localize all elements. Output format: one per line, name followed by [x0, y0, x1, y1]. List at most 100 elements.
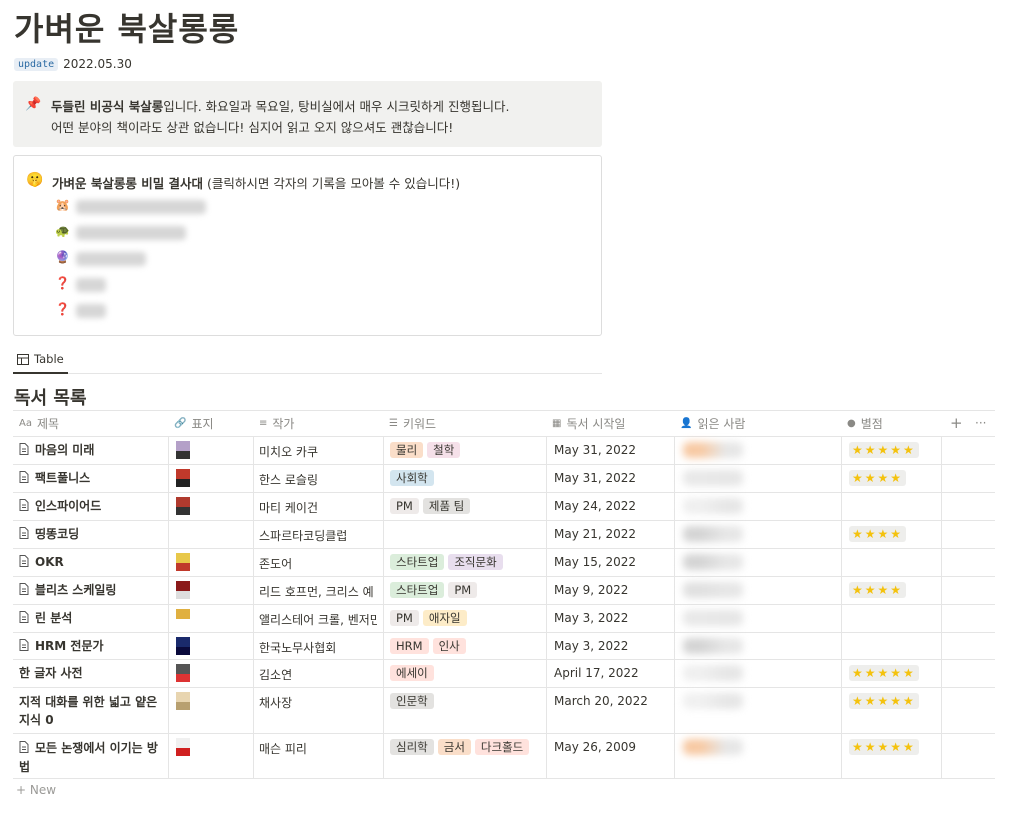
- column-header-label: 읽은 사람: [697, 416, 746, 431]
- reader-avatar-redacted[interactable]: [683, 665, 743, 681]
- more-options-icon[interactable]: ···: [975, 410, 986, 436]
- reader-avatar-redacted[interactable]: [683, 554, 743, 570]
- shushing-face-icon: 🤫: [26, 172, 44, 188]
- column-header-0[interactable]: Aa 제목: [19, 410, 59, 436]
- cover-thumbnail[interactable]: [176, 553, 190, 571]
- cover-thumbnail[interactable]: [176, 738, 190, 756]
- column-header-3[interactable]: ☰ 키워드: [389, 410, 436, 436]
- reader-avatar-redacted[interactable]: [683, 739, 743, 755]
- keyword-tag: 스타트업: [390, 554, 445, 570]
- row-divider: [13, 576, 995, 577]
- cover-thumbnail[interactable]: [176, 581, 190, 599]
- author-cell[interactable]: 리드 호프먼, 크리스 예: [259, 583, 377, 600]
- add-column-icon[interactable]: +: [950, 410, 963, 436]
- table-row-title[interactable]: 마음의 미래: [19, 442, 162, 459]
- star-rating[interactable]: ★★★★: [849, 582, 907, 598]
- column-header-4[interactable]: ▦ 독서 시작일: [552, 410, 625, 436]
- table-row-title[interactable]: 모든 논쟁에서 이기는 방법: [19, 739, 162, 776]
- column-header-6[interactable]: ● 별점: [847, 410, 883, 436]
- member-name-redacted[interactable]: [76, 200, 206, 214]
- reader-avatar-redacted[interactable]: [683, 470, 743, 486]
- members-heading[interactable]: 가벼운 북살롱롱 비밀 결사대 (클릭하시면 각자의 기록을 모아볼 수 있습니…: [52, 173, 460, 192]
- author-cell[interactable]: 김소연: [259, 666, 377, 683]
- table-row-title[interactable]: HRM 전문가: [19, 638, 162, 655]
- pushpin-icon: 📌: [25, 97, 42, 112]
- keywords-cell[interactable]: 스타트업 PM: [390, 582, 481, 598]
- star-rating[interactable]: ★★★★★: [849, 442, 919, 458]
- table-row-title[interactable]: OKR: [19, 554, 162, 571]
- start-date-cell[interactable]: May 31, 2022: [554, 443, 636, 457]
- keywords-cell[interactable]: HRM 인사: [390, 638, 470, 654]
- reader-avatar-redacted[interactable]: [683, 526, 743, 542]
- reader-avatar-redacted[interactable]: [683, 638, 743, 654]
- author-cell[interactable]: 한스 로슬링: [259, 471, 377, 488]
- keywords-cell[interactable]: 물리 철학: [390, 442, 464, 458]
- author-cell[interactable]: 한국노무사협회: [259, 639, 377, 656]
- member-name-redacted[interactable]: [76, 278, 106, 292]
- author-cell[interactable]: 매슨 피리: [259, 740, 377, 757]
- table-row-title-text: 모든 논쟁에서 이기는 방법: [19, 741, 158, 774]
- keywords-cell[interactable]: 에세이: [390, 665, 438, 681]
- cover-thumbnail[interactable]: [176, 692, 190, 710]
- table-row-title[interactable]: 띵똥코딩: [19, 526, 162, 543]
- author-cell[interactable]: 앨리스테어 크롤, 벤저민 요: [259, 611, 377, 628]
- reader-avatar-redacted[interactable]: [683, 442, 743, 458]
- cover-thumbnail[interactable]: [176, 441, 190, 459]
- cover-thumbnail[interactable]: [176, 469, 190, 487]
- author-cell[interactable]: 마티 케이건: [259, 499, 377, 516]
- table-row-title[interactable]: 블리츠 스케일링: [19, 582, 162, 599]
- keywords-cell[interactable]: 인문학: [390, 693, 438, 709]
- author-cell[interactable]: 미치오 카쿠: [259, 443, 377, 460]
- keywords-cell[interactable]: 스타트업 조직문화: [390, 554, 507, 570]
- member-name-redacted[interactable]: [76, 304, 106, 318]
- start-date-cell[interactable]: May 3, 2022: [554, 639, 628, 653]
- table-row-title[interactable]: 인스파이어드: [19, 498, 162, 515]
- row-divider: [13, 436, 995, 437]
- reader-avatar-redacted[interactable]: [683, 610, 743, 626]
- table-row-title[interactable]: 린 분석: [19, 610, 162, 627]
- reader-avatar-redacted[interactable]: [683, 498, 743, 514]
- page-icon: [19, 526, 29, 543]
- start-date-cell[interactable]: April 17, 2022: [554, 666, 639, 680]
- column-divider: [546, 436, 547, 778]
- keywords-cell[interactable]: 심리학 금서 다크홀드: [390, 739, 533, 755]
- table-row-title[interactable]: 팩트풀니스: [19, 470, 162, 487]
- star-rating[interactable]: ★★★★★: [849, 739, 919, 755]
- start-date-cell[interactable]: May 9, 2022: [554, 583, 628, 597]
- reader-avatar-redacted[interactable]: [683, 693, 743, 709]
- start-date-cell[interactable]: March 20, 2022: [554, 694, 648, 708]
- column-header-1[interactable]: 🔗 표지: [174, 410, 214, 436]
- reader-avatar-redacted[interactable]: [683, 582, 743, 598]
- member-name-redacted[interactable]: [76, 252, 146, 266]
- table-row-title[interactable]: 한 글자 사전: [19, 665, 162, 681]
- start-date-cell[interactable]: May 31, 2022: [554, 471, 636, 485]
- start-date-cell[interactable]: May 3, 2022: [554, 611, 628, 625]
- column-header-2[interactable]: ≡ 작가: [259, 410, 294, 436]
- star-rating[interactable]: ★★★★★: [849, 693, 919, 709]
- keywords-cell[interactable]: PM 제품 팀: [390, 498, 474, 514]
- start-date-cell[interactable]: May 15, 2022: [554, 555, 636, 569]
- keywords-cell[interactable]: 사회학: [390, 470, 438, 486]
- star-rating[interactable]: ★★★★★: [849, 665, 919, 681]
- keywords-cell[interactable]: PM 애자일: [390, 610, 471, 626]
- start-date-cell[interactable]: May 21, 2022: [554, 527, 636, 541]
- start-date-cell[interactable]: May 24, 2022: [554, 499, 636, 513]
- row-divider: [13, 778, 995, 779]
- member-icon: ❓: [55, 302, 70, 316]
- start-date-cell[interactable]: May 26, 2009: [554, 740, 636, 754]
- star-rating[interactable]: ★★★★: [849, 470, 907, 486]
- tab-table[interactable]: Table: [13, 346, 68, 374]
- author-cell[interactable]: 존도어: [259, 555, 377, 572]
- author-cell[interactable]: 채사장: [259, 694, 377, 711]
- star-rating[interactable]: ★★★★: [849, 526, 907, 542]
- new-row-button[interactable]: + New: [16, 783, 56, 797]
- cover-thumbnail[interactable]: [176, 664, 190, 682]
- member-name-redacted[interactable]: [76, 226, 186, 240]
- cover-thumbnail[interactable]: [176, 609, 190, 627]
- column-header-label: 작가: [272, 416, 295, 431]
- table-row-title[interactable]: 지적 대화를 위한 넓고 얕은 지식 0: [19, 693, 162, 729]
- cover-thumbnail[interactable]: [176, 637, 190, 655]
- author-cell[interactable]: 스파르타코딩클럽: [259, 527, 377, 544]
- cover-thumbnail[interactable]: [176, 497, 190, 515]
- column-header-5[interactable]: 👤 읽은 사람: [680, 410, 745, 436]
